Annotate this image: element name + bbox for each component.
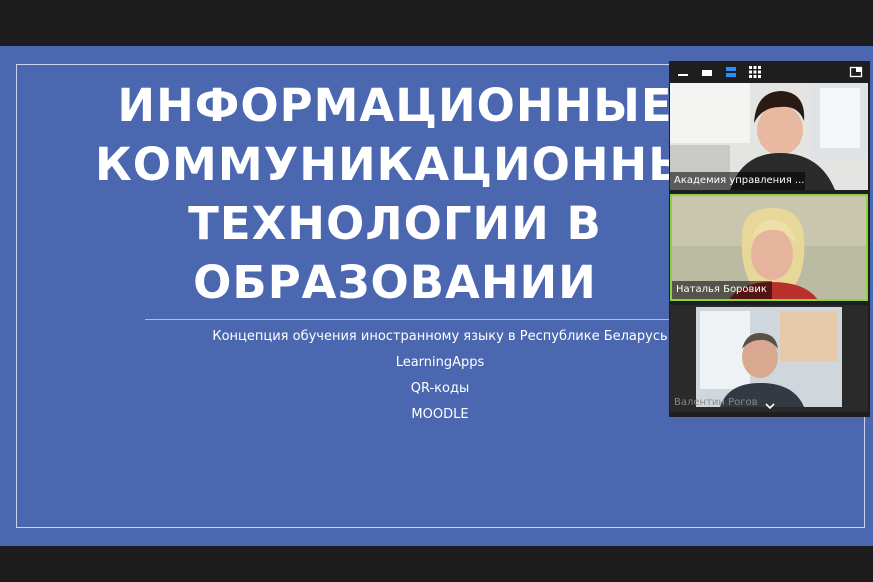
video-panel: Академия управления ... Наталья Боровик … — [669, 61, 870, 417]
title-line: КОММУНИКАЦИОННЫЕ — [95, 138, 728, 191]
participant-tile-active[interactable]: Наталья Боровик — [670, 194, 868, 301]
participant-name: Валентин Рогов — [674, 397, 758, 408]
participant-name: Академия управления ... — [674, 175, 805, 186]
gallery-view-icon[interactable] — [748, 65, 762, 79]
exit-panel-icon[interactable] — [849, 65, 863, 79]
minimize-icon[interactable] — [676, 65, 690, 79]
window-icon[interactable] — [700, 65, 714, 79]
speaker-view-icon[interactable] — [724, 65, 738, 79]
chevron-down-icon[interactable] — [764, 401, 776, 411]
slide-divider — [145, 319, 685, 320]
slide-title: ИНФОРМАЦИОННЫЕ КОММУНИКАЦИОННЫЕ ТЕХНОЛОГ… — [95, 76, 728, 312]
video-panel-toolbar — [669, 61, 870, 83]
top-bar — [0, 0, 873, 46]
title-line: ОБРАЗОВАНИИ — [193, 256, 597, 309]
participant-tile[interactable]: Валентин Рогов — [670, 305, 868, 412]
title-line: ТЕХНОЛОГИИ В — [188, 197, 602, 250]
title-line: ИНФОРМАЦИОННЫЕ — [117, 79, 673, 132]
participant-video — [670, 305, 868, 412]
participant-name: Наталья Боровик — [676, 284, 767, 295]
bottom-bar — [0, 546, 873, 582]
participant-tile[interactable]: Академия управления ... — [670, 83, 868, 190]
